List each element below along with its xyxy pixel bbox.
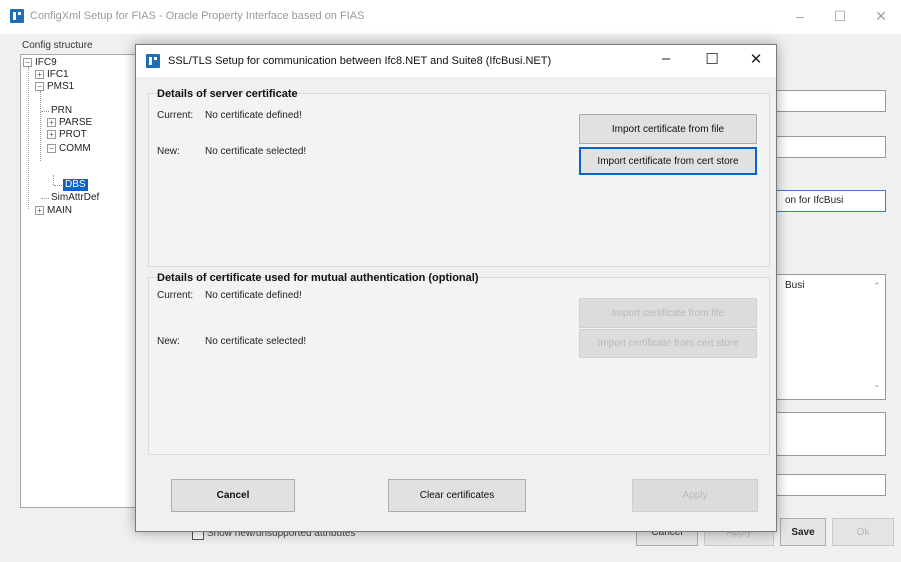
- collapse-icon[interactable]: −: [23, 57, 32, 67]
- expand-icon[interactable]: +: [47, 129, 56, 139]
- tree-node-dbs[interactable]: DBS: [63, 179, 88, 191]
- tree-node-simattrdef[interactable]: SimAttrDef: [51, 192, 99, 204]
- tree-label: Config structure: [22, 40, 93, 51]
- tree-node-ifc9[interactable]: − IFC9: [23, 57, 57, 69]
- mutual-new-value: No certificate selected!: [205, 336, 307, 347]
- config-tree[interactable]: − IFC9 + IFC1 − PMS1 PRN + PARSE + PROT − COMM…: [20, 54, 142, 508]
- close-icon[interactable]: ✕: [866, 8, 896, 25]
- mutual-import-store-button[interactable]: Import certificate from cert store: [579, 329, 757, 358]
- tree-node-prot[interactable]: + PROT: [47, 129, 87, 141]
- app-icon: [10, 9, 24, 23]
- apply-button[interactable]: Apply: [632, 479, 758, 512]
- mutual-current-value: No certificate defined!: [205, 290, 302, 301]
- server-new-label: New:: [157, 146, 180, 157]
- dialog-title: SSL/TLS Setup for communication between …: [168, 55, 552, 67]
- dialog-titlebar[interactable]: SSL/TLS Setup for communication between …: [136, 45, 776, 77]
- close-icon[interactable]: ✕: [736, 50, 776, 68]
- server-current-label: Current:: [157, 110, 194, 121]
- server-certificate-group: Details of server certificate Current: N…: [148, 88, 770, 267]
- cancel-button[interactable]: Cancel: [171, 479, 295, 512]
- tree-node-main[interactable]: + MAIN: [35, 205, 72, 217]
- mutual-group-title: Details of certificate used for mutual a…: [157, 272, 479, 284]
- maximize-icon[interactable]: ☐: [825, 8, 855, 25]
- expand-icon[interactable]: +: [35, 69, 44, 79]
- tree-node-pms1[interactable]: − PMS1: [35, 81, 74, 93]
- minimize-icon[interactable]: –: [785, 8, 815, 24]
- server-new-value: No certificate selected!: [205, 146, 307, 157]
- maximize-icon[interactable]: ☐: [692, 50, 732, 68]
- ssl-tls-dialog: SSL/TLS Setup for communication between …: [135, 44, 777, 532]
- server-group-title: Details of server certificate: [157, 88, 298, 100]
- tree-node-prn[interactable]: PRN: [51, 105, 72, 117]
- mutual-auth-group: Details of certificate used for mutual a…: [148, 272, 770, 455]
- scroll-down-icon[interactable]: ⌄: [873, 379, 881, 390]
- bg-save-button[interactable]: Save: [780, 518, 826, 546]
- mutual-new-label: New:: [157, 336, 180, 347]
- mutual-import-file-button[interactable]: Import certificate from file: [579, 298, 757, 328]
- collapse-icon[interactable]: −: [35, 81, 44, 91]
- expand-icon[interactable]: +: [35, 205, 44, 215]
- clear-certificates-button[interactable]: Clear certificates: [388, 479, 526, 512]
- tree-node-ifc1[interactable]: + IFC1: [35, 69, 69, 81]
- server-import-file-button[interactable]: Import certificate from file: [579, 114, 757, 144]
- expand-icon[interactable]: +: [47, 117, 56, 127]
- server-current-value: No certificate defined!: [205, 110, 302, 121]
- server-import-store-button[interactable]: Import certificate from cert store: [579, 147, 757, 175]
- minimize-icon[interactable]: –: [646, 50, 686, 67]
- background-titlebar: ConfigXml Setup for FIAS - Oracle Proper…: [0, 0, 901, 34]
- scroll-up-icon[interactable]: ⌃: [873, 281, 881, 292]
- background-window-title: ConfigXml Setup for FIAS - Oracle Proper…: [30, 10, 365, 22]
- tree-node-parse[interactable]: + PARSE: [47, 117, 92, 129]
- bg-ok-button[interactable]: Ok: [832, 518, 894, 546]
- tree-node-comm[interactable]: − COMM: [47, 143, 91, 155]
- mutual-current-label: Current:: [157, 290, 194, 301]
- collapse-icon[interactable]: −: [47, 143, 56, 153]
- app-icon: [146, 54, 160, 68]
